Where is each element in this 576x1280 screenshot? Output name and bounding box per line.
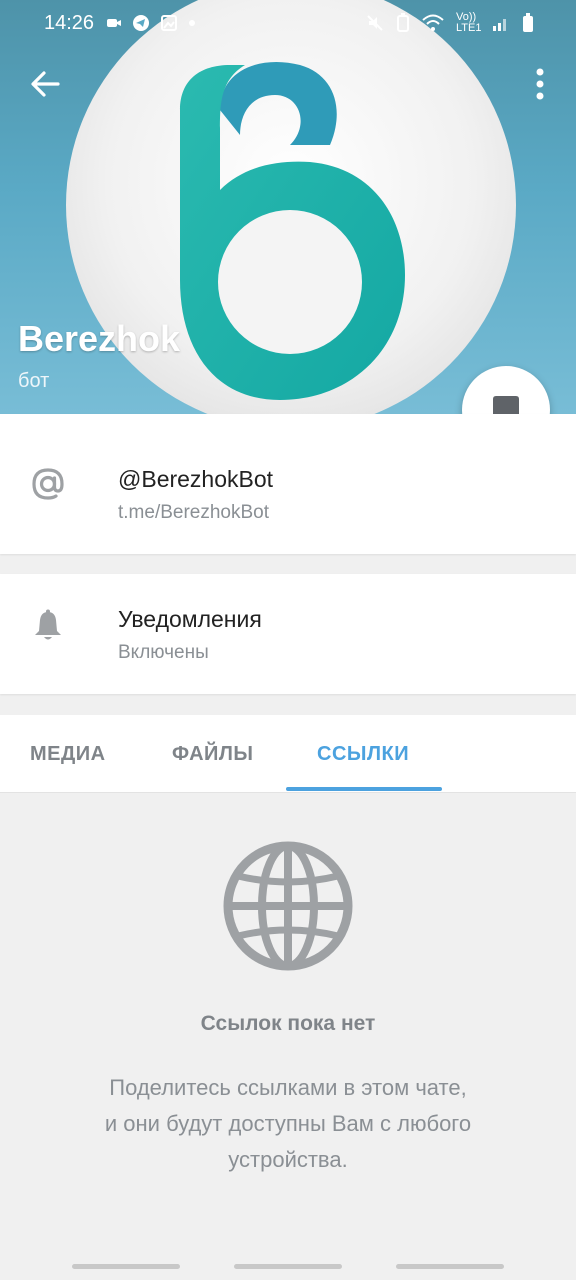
telegram-icon: [133, 15, 149, 31]
at-sign-icon: [32, 468, 64, 500]
wifi-icon: [422, 14, 444, 31]
status-bar: 14:26 Vo)) LTE1: [0, 0, 576, 48]
gallery-icon: [161, 15, 177, 31]
status-system-icons: Vo)) LTE1: [366, 12, 534, 34]
bell-icon: [35, 609, 61, 640]
profile-subtitle: бот: [18, 370, 50, 392]
tab-links[interactable]: ССЫЛКИ: [317, 743, 409, 766]
tab-media[interactable]: МЕДИА: [30, 743, 106, 766]
empty-state-line: и они будут доступны Вам с любого: [104, 1111, 472, 1136]
bot-username[interactable]: @BerezhokBot: [118, 466, 273, 493]
back-arrow-icon[interactable]: [26, 64, 66, 104]
notifications-status: Включены: [118, 642, 209, 663]
nav-home-button[interactable]: [234, 1264, 342, 1269]
nav-back-button[interactable]: [396, 1264, 504, 1269]
signal-icon: [493, 19, 506, 31]
notifications-card[interactable]: Уведомления Включены: [0, 574, 576, 694]
battery-icon: [523, 13, 533, 32]
empty-state-description: Поделитесь ссылками в этом чате, и они б…: [40, 1070, 536, 1178]
tab-files[interactable]: ФАЙЛЫ: [172, 743, 254, 766]
profile-header: 14:26 Vo)) LTE1 Berezhok бот: [0, 0, 576, 414]
battery-saver-icon: [397, 13, 409, 32]
bot-link[interactable]: t.me/BerezhokBot: [118, 502, 269, 524]
active-tab-indicator: [286, 787, 442, 791]
dot-icon: [189, 20, 195, 26]
username-card[interactable]: @BerezhokBot t.me/BerezhokBot: [0, 414, 576, 554]
profile-title: Berezhok: [18, 318, 181, 359]
empty-state-line: Поделитесь ссылками в этом чате,: [109, 1075, 467, 1100]
system-navigation-bar: [0, 1246, 576, 1280]
status-notification-icons: [106, 14, 196, 32]
status-time: 14:26: [44, 12, 95, 34]
notifications-title: Уведомления: [118, 606, 262, 632]
video-icon: [107, 19, 121, 27]
globe-icon: [223, 841, 353, 971]
empty-state-line: устройства.: [228, 1147, 348, 1172]
nav-recents-button[interactable]: [72, 1264, 180, 1269]
bot-logo: [180, 62, 405, 400]
more-vertical-icon[interactable]: [528, 64, 552, 104]
shared-media-tabs: МЕДИА ФАЙЛЫ ССЫЛКИ: [0, 715, 576, 793]
empty-state-title: Ссылок пока нет: [200, 1012, 376, 1035]
mute-icon: [367, 15, 383, 31]
network-label: Vo)) LTE1: [456, 11, 482, 34]
